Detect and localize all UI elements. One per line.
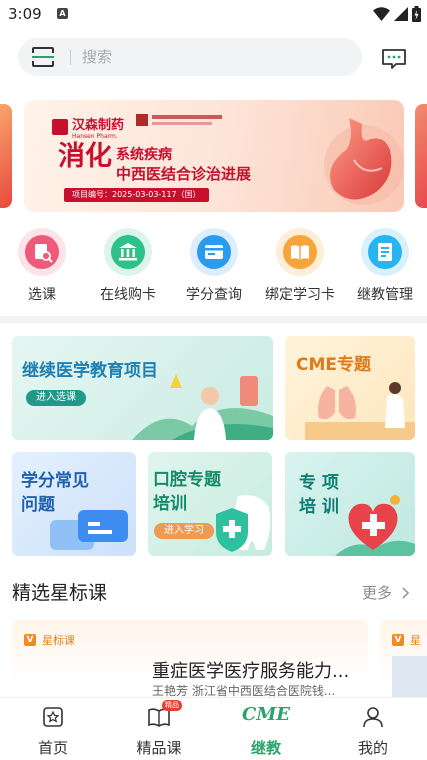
card-oral-training[interactable]: 口腔专题 培训 进入学习 <box>148 452 272 556</box>
heart-plus-illustration <box>335 495 415 556</box>
message-icon[interactable] <box>381 48 407 70</box>
scan-icon[interactable] <box>32 47 54 67</box>
star-tag-label: 星 <box>410 634 421 647</box>
bottom-tab-bar: 首页 精品 精品课 CME 继教 我的 <box>0 697 427 760</box>
card-special-training[interactable]: 专 项 培 训 <box>285 452 415 556</box>
banner-project-code: 项目编号：2025-03-03-117（国） <box>64 188 209 202</box>
quick-nav-credit-query[interactable]: 学分查询 <box>172 228 256 304</box>
tab-profile[interactable]: 我的 <box>320 698 426 760</box>
card-cme-topic[interactable]: CME专题 <box>285 336 415 440</box>
quick-nav-bind-card[interactable]: 绑定学习卡 <box>258 228 342 304</box>
search-separator <box>70 50 71 65</box>
course-select-icon <box>18 228 66 276</box>
section-divider <box>0 316 427 323</box>
more-link[interactable]: 更多 <box>362 582 411 603</box>
tab-label: 精品课 <box>136 739 182 757</box>
stomach-illustration <box>324 118 404 205</box>
enter-study-button[interactable]: 进入学习 <box>154 523 214 539</box>
tab-continuing-education[interactable]: CME 继教 <box>213 698 319 760</box>
card-title: CME专题 <box>296 355 372 375</box>
card-title-line1: 学分常见 <box>21 471 89 491</box>
course-lecturer: 王艳芳 浙江省中西医结合医院钱... <box>152 684 336 698</box>
card-title-line2: 培训 <box>153 494 187 514</box>
cme-logo-icon: CME <box>242 704 290 725</box>
lung-illustration <box>305 382 415 440</box>
quick-nav-label: 选课 <box>28 287 56 303</box>
status-time: 3:09 <box>8 5 42 23</box>
quick-nav-edu-manage[interactable]: 继教管理 <box>343 228 427 304</box>
status-bar: 3:09 A <box>0 0 427 30</box>
banner-brand-name: 汉森制药 <box>72 118 125 133</box>
promo-banner[interactable]: 汉森制药 Hansen Pharm. 消化 系统疾病 中西医结合诊治进展 项目编… <box>24 100 404 212</box>
tab-home[interactable]: 首页 <box>0 698 106 760</box>
tooth-shield-illustration <box>216 495 271 552</box>
doctor-illustration <box>132 374 273 440</box>
user-icon <box>363 707 383 728</box>
card-title-line1: 口腔专题 <box>153 470 221 490</box>
banner-next-peek[interactable] <box>415 104 427 208</box>
quick-nav-course-select[interactable]: 选课 <box>0 228 84 304</box>
more-label: 更多 <box>362 584 393 602</box>
battery-icon <box>412 6 421 22</box>
tab-label: 继教 <box>250 739 281 757</box>
course-thumbnail <box>392 656 427 698</box>
quick-nav-label: 在线购卡 <box>100 287 156 303</box>
card-credit-faq[interactable]: 学分常见 问题 <box>12 452 136 556</box>
tab-premium-courses[interactable]: 精品 精品课 <box>106 698 212 760</box>
star-tag-label: 星标课 <box>42 634 75 647</box>
quick-nav-label: 继教管理 <box>357 287 413 303</box>
brand-mark-icon <box>52 119 68 135</box>
quick-nav-buy-card[interactable]: 在线购卡 <box>86 228 170 304</box>
quick-nav: 选课 在线购卡 学分查询 绑定学习卡 继教管理 <box>0 228 427 308</box>
search-input[interactable] <box>82 38 342 76</box>
star-tag-icon: V <box>24 634 36 646</box>
quick-nav-label: 学分查询 <box>186 287 242 303</box>
partner-logo <box>136 114 222 126</box>
course-title: 重症医学医疗服务能力... <box>152 661 350 682</box>
banner-title-line2: 中西医结合诊治进展 <box>116 165 252 183</box>
wifi-icon <box>373 7 390 21</box>
chat-bubbles-illustration <box>50 510 128 550</box>
notification-icon: A <box>57 8 68 19</box>
banner-title-big: 消化 <box>58 141 112 172</box>
premium-badge: 精品 <box>162 700 182 711</box>
card-title-line2: 培 训 <box>299 497 339 517</box>
star-course-tag: V 星 <box>392 632 421 648</box>
banner-title-part: 系统疾病 <box>116 147 172 163</box>
status-icons <box>373 6 421 22</box>
document-icon <box>361 228 409 276</box>
course-card-next-peek[interactable]: V 星 <box>380 620 427 698</box>
chevron-right-icon <box>402 587 409 599</box>
banner-prev-peek[interactable] <box>0 104 12 208</box>
card-title-line1: 专 项 <box>299 473 339 493</box>
tab-label: 首页 <box>37 739 68 757</box>
section-title: 精选星标课 <box>12 582 108 604</box>
credit-card-icon <box>190 228 238 276</box>
bank-icon <box>104 228 152 276</box>
learning-card-icon <box>276 228 324 276</box>
tab-label: 我的 <box>357 739 388 757</box>
search-bar[interactable] <box>18 38 362 76</box>
star-course-tag: V 星标课 <box>24 632 75 648</box>
quick-nav-label: 绑定学习卡 <box>265 287 335 303</box>
card-continuing-education[interactable]: 继续医学教育项目 进入选课 <box>12 336 273 440</box>
enter-course-button[interactable]: 进入选课 <box>26 390 86 406</box>
home-star-icon <box>43 707 63 727</box>
star-tag-icon: V <box>392 634 404 646</box>
signal-icon <box>394 7 408 21</box>
course-card[interactable]: V 星标课 重症医学医疗服务能力... 王艳芳 浙江省中西医结合医院钱... <box>12 620 368 698</box>
